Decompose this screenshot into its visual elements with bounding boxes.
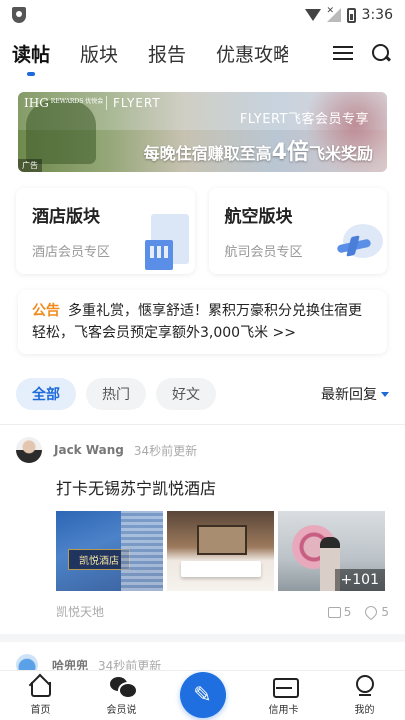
category-cards: 酒店版块 酒店会员专区 航空版块 航司会员专区 bbox=[16, 188, 387, 274]
status-bar: 3:36 bbox=[0, 0, 405, 30]
airline-forum-card[interactable]: 航空版块 航司会员专区 bbox=[208, 188, 387, 274]
menu-list-icon[interactable] bbox=[333, 45, 353, 61]
pencil-icon: ✎ bbox=[193, 682, 212, 708]
nav-home[interactable]: 首页 bbox=[0, 675, 81, 720]
like-count[interactable]: 5 bbox=[362, 603, 389, 621]
ad-label: 广告 bbox=[18, 159, 42, 172]
banner-tag: FLYERT飞客会员专享 bbox=[239, 112, 369, 127]
no-signal-icon bbox=[326, 6, 341, 22]
credit-card-icon bbox=[272, 675, 299, 698]
airplane-icon bbox=[333, 218, 383, 268]
bottom-nav: 首页 会员说 信用卡 我的 ✎ bbox=[0, 670, 405, 720]
nav-me[interactable]: 我的 bbox=[324, 675, 405, 720]
top-nav: 读帖 版块 报告 优惠攻略 bbox=[0, 30, 405, 76]
compose-button[interactable]: ✎ bbox=[179, 672, 226, 718]
wifi-icon bbox=[304, 9, 321, 21]
tab-deals[interactable]: 优惠攻略 bbox=[216, 40, 288, 67]
ad-banner[interactable]: IHG REWARDS 优悦会 FLYERT FLYERT飞客会员专享 每晚住宿赚… bbox=[18, 92, 387, 172]
announcement-text: 多重礼赏，惬享舒适！累积万豪积分兑换住宿更轻松，飞客会员预定享额外3,000飞米… bbox=[32, 303, 362, 341]
sort-dropdown[interactable]: 最新回复 bbox=[321, 384, 389, 404]
post-photos: +101 bbox=[56, 511, 389, 591]
nav-label: 我的 bbox=[354, 705, 375, 716]
comment-count[interactable]: 5 bbox=[327, 605, 351, 619]
post-photo[interactable] bbox=[56, 511, 163, 591]
feed-filter: 全部 热门 好文 最新回复 bbox=[16, 378, 389, 410]
tab-reports[interactable]: 报告 bbox=[148, 40, 186, 67]
filter-hot[interactable]: 热门 bbox=[86, 378, 146, 410]
chat-bubbles-icon bbox=[109, 675, 138, 699]
filter-all[interactable]: 全部 bbox=[16, 378, 76, 410]
heart-icon bbox=[362, 603, 380, 621]
hotel-forum-card[interactable]: 酒店版块 酒店会员专区 bbox=[16, 188, 195, 274]
banner-flyert-logo: FLYERT bbox=[106, 96, 161, 110]
post-author[interactable]: Jack Wang bbox=[54, 443, 124, 457]
post-forum-tag[interactable]: 凯悦天地 bbox=[56, 603, 104, 620]
tab-forums[interactable]: 版块 bbox=[80, 40, 118, 67]
nav-member-talk[interactable]: 会员说 bbox=[81, 675, 162, 720]
post-item[interactable]: Jack Wang 34秒前更新 打卡无锡苏宁凯悦酒店 +101 凯悦天地 5 … bbox=[0, 425, 405, 621]
more-photos-count: +101 bbox=[334, 569, 385, 591]
search-icon[interactable] bbox=[371, 43, 391, 63]
home-icon bbox=[29, 675, 53, 697]
app-screen: 3:36 读帖 版块 报告 优惠攻略 IHGREWARDS 优悦会 FLYERT… bbox=[0, 0, 405, 720]
tab-read-posts[interactable]: 读帖 bbox=[12, 40, 50, 76]
comment-icon bbox=[327, 606, 341, 618]
nav-credit-card[interactable]: 信用卡 bbox=[243, 675, 324, 720]
shield-icon bbox=[12, 7, 26, 23]
post-title[interactable]: 打卡无锡苏宁凯悦酒店 bbox=[56, 475, 389, 499]
post-photo[interactable] bbox=[167, 511, 274, 591]
announcement-label: 公告 bbox=[32, 303, 60, 319]
hotel-building-icon bbox=[144, 214, 189, 270]
section-divider bbox=[0, 634, 405, 642]
banner-headline: 每晚住宿赚取至高4倍飞米奖励 bbox=[143, 140, 373, 165]
post-updated-time: 34秒前更新 bbox=[133, 443, 198, 458]
profile-icon bbox=[353, 675, 377, 697]
post-photo[interactable]: +101 bbox=[278, 511, 385, 591]
nav-label: 会员说 bbox=[106, 705, 137, 716]
nav-label: 信用卡 bbox=[268, 705, 299, 716]
battery-icon bbox=[346, 7, 356, 23]
banner-logo: IHG REWARDS 优悦会 bbox=[24, 96, 104, 110]
filter-featured[interactable]: 好文 bbox=[156, 378, 216, 410]
announcement[interactable]: 公告 多重礼赏，惬享舒适！累积万豪积分兑换住宿更轻松，飞客会员预定享额外3,000… bbox=[18, 290, 387, 354]
status-time: 3:36 bbox=[361, 7, 393, 23]
avatar[interactable] bbox=[16, 437, 42, 463]
nav-label: 首页 bbox=[30, 705, 51, 716]
